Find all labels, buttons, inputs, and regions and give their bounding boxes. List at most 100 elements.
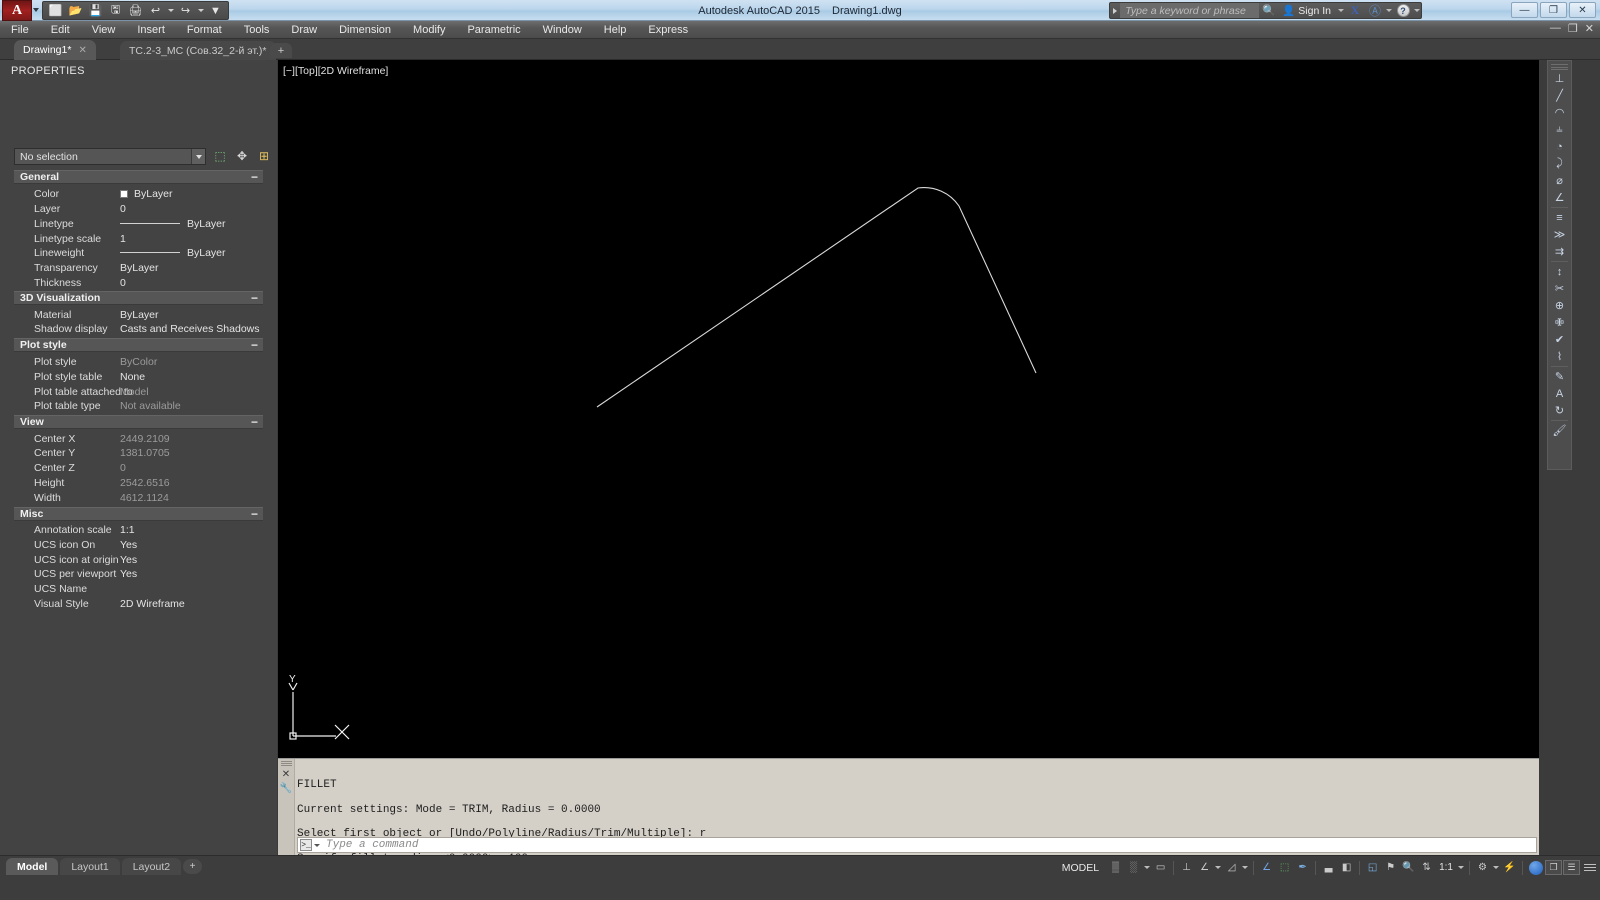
- property-group-3d-visualization[interactable]: 3D Visualization −: [14, 291, 263, 305]
- sign-in-caret-icon[interactable]: [1337, 2, 1345, 19]
- property-row-ucs-icon-at-origin[interactable]: UCS icon at origin Yes: [14, 552, 263, 567]
- grid-display-icon[interactable]: ▒: [1107, 859, 1124, 876]
- collapse-icon[interactable]: −: [251, 508, 258, 520]
- file-tab-drawing1[interactable]: Drawing1* ✕: [14, 40, 96, 60]
- ordinate-dimension-icon[interactable]: ⫨: [1549, 121, 1570, 138]
- dimension-break-icon[interactable]: ✂: [1549, 280, 1570, 297]
- menu-parametric[interactable]: Parametric: [456, 21, 531, 39]
- property-group-plot-style[interactable]: Plot style −: [14, 338, 263, 352]
- property-row-center-z[interactable]: Center Z 0: [14, 460, 263, 475]
- property-row-plot-style[interactable]: Plot style ByColor: [14, 354, 263, 369]
- property-value[interactable]: Yes: [120, 568, 263, 580]
- property-row-color[interactable]: Color ByLayer: [14, 186, 263, 201]
- command-close-icon[interactable]: ✕: [282, 769, 290, 780]
- model-paper-space-toggle[interactable]: MODEL: [1055, 859, 1106, 876]
- dynamic-input-icon[interactable]: ✒: [1294, 859, 1311, 876]
- menu-format[interactable]: Format: [176, 21, 233, 39]
- property-row-plot-style-table[interactable]: Plot style table None: [14, 369, 263, 384]
- jogged-linear-icon[interactable]: ⌇: [1549, 348, 1570, 365]
- document-minimize-button[interactable]: —: [1550, 22, 1561, 35]
- property-row-ucs-name[interactable]: UCS Name: [14, 581, 263, 596]
- command-input-row[interactable]: >_ Type a command: [297, 837, 1537, 853]
- plot-icon[interactable]: 🖨: [126, 2, 145, 19]
- property-row-material[interactable]: Material ByLayer: [14, 307, 263, 322]
- menu-tools[interactable]: Tools: [233, 21, 281, 39]
- select-objects-icon[interactable]: ✥: [234, 148, 250, 164]
- exchange-apps-icon[interactable]: X: [1345, 3, 1365, 18]
- property-row-linetype[interactable]: Linetype ByLayer: [14, 216, 263, 231]
- property-value[interactable]: 1: [120, 233, 263, 245]
- undo-dropdown-icon[interactable]: [166, 2, 175, 19]
- property-value[interactable]: Yes: [120, 554, 263, 566]
- document-close-button[interactable]: ✕: [1585, 22, 1594, 35]
- undo-icon[interactable]: ↩: [146, 2, 165, 19]
- aligned-dimension-icon[interactable]: ╱: [1549, 87, 1570, 104]
- dimension-update-icon[interactable]: ↻: [1549, 402, 1570, 419]
- dynamic-ucs-icon[interactable]: ⬚: [1276, 859, 1293, 876]
- quick-dimension-icon[interactable]: ≡: [1549, 209, 1570, 226]
- jogged-dimension-icon[interactable]: ⤸: [1549, 155, 1570, 172]
- autocad-logo-button[interactable]: A: [2, 0, 32, 21]
- new-layout-button[interactable]: +: [183, 859, 203, 874]
- file-tab-tc23mc[interactable]: ТС.2-3_МС (Сов.32_2-й эт.)*: [120, 41, 276, 60]
- property-row-lineweight[interactable]: Lineweight ByLayer: [14, 245, 263, 260]
- command-settings-icon[interactable]: 🔧: [280, 783, 292, 794]
- menu-help[interactable]: Help: [593, 21, 638, 39]
- snap-settings-caret-icon[interactable]: [1143, 859, 1151, 876]
- polar-tracking-icon[interactable]: ∠: [1196, 859, 1213, 876]
- collapse-icon[interactable]: −: [251, 171, 258, 183]
- property-value[interactable]: 2542.6516: [120, 477, 263, 489]
- command-grip-icon[interactable]: [280, 761, 292, 766]
- search-icon[interactable]: 🔍: [1259, 3, 1279, 18]
- menu-insert[interactable]: Insert: [126, 21, 176, 39]
- customize-qat-icon[interactable]: ▼: [206, 2, 225, 19]
- file-tab-close-icon[interactable]: ✕: [78, 45, 86, 56]
- property-value[interactable]: 0: [120, 277, 263, 289]
- annotation-monitor-icon[interactable]: ⚑: [1382, 859, 1399, 876]
- dimension-style-icon[interactable]: 🖌: [1549, 422, 1570, 439]
- edit-dimension-icon[interactable]: ✎: [1549, 368, 1570, 385]
- inspection-icon[interactable]: ✔: [1549, 331, 1570, 348]
- chevron-down-icon[interactable]: [191, 149, 205, 164]
- layout-tab-layout2[interactable]: Layout2: [121, 858, 182, 875]
- menu-dimension[interactable]: Dimension: [328, 21, 402, 39]
- search-input[interactable]: Type a keyword or phrase: [1121, 3, 1260, 18]
- property-group-misc[interactable]: Misc −: [14, 507, 263, 521]
- menu-edit[interactable]: Edit: [40, 21, 81, 39]
- property-row-transparency[interactable]: Transparency ByLayer: [14, 260, 263, 275]
- customization-icon[interactable]: ☰: [1563, 859, 1580, 876]
- infocenter-expand-icon[interactable]: [1110, 3, 1122, 18]
- property-row-layer[interactable]: Layer 0: [14, 201, 263, 216]
- menu-modify[interactable]: Modify: [402, 21, 456, 39]
- annotation-scale-caret-icon[interactable]: [1457, 859, 1465, 876]
- property-value[interactable]: 4612.1124: [120, 492, 263, 504]
- annotation-scale-label[interactable]: 1:1: [1436, 862, 1456, 873]
- quick-select-icon[interactable]: ⊞: [256, 148, 272, 164]
- property-row-annotation-scale[interactable]: Annotation scale 1:1: [14, 522, 263, 537]
- property-value[interactable]: 1:1: [120, 524, 263, 536]
- property-row-plot-table-attached-to[interactable]: Plot table attached to Model: [14, 384, 263, 399]
- property-row-ucs-icon-on[interactable]: UCS icon On Yes: [14, 537, 263, 552]
- dimension-space-icon[interactable]: ↕: [1549, 263, 1570, 280]
- window-close-button[interactable]: ✕: [1569, 2, 1596, 18]
- collapse-icon[interactable]: −: [251, 416, 258, 428]
- collapse-icon[interactable]: −: [251, 292, 258, 304]
- collapse-icon[interactable]: −: [251, 339, 258, 351]
- property-row-width[interactable]: Width 4612.1124: [14, 490, 263, 505]
- property-row-visual-style[interactable]: Visual Style 2D Wireframe: [14, 596, 263, 611]
- new-file-tab-button[interactable]: +: [270, 43, 292, 58]
- layout-tab-model[interactable]: Model: [6, 858, 59, 875]
- continue-dimension-icon[interactable]: ⇉: [1549, 243, 1570, 260]
- property-value[interactable]: ByLayer: [120, 262, 263, 274]
- linear-dimension-icon[interactable]: ⊥: [1549, 70, 1570, 87]
- property-value[interactable]: ByLayer: [120, 218, 263, 230]
- angular-dimension-icon[interactable]: ∠: [1549, 189, 1570, 206]
- object-snap-icon[interactable]: ◿: [1223, 859, 1240, 876]
- tolerance-icon[interactable]: ⊕: [1549, 297, 1570, 314]
- baseline-dimension-icon[interactable]: ≫: [1549, 226, 1570, 243]
- help-caret-icon[interactable]: [1413, 2, 1421, 19]
- property-value[interactable]: 1381.0705: [120, 447, 263, 459]
- window-minimize-button[interactable]: —: [1511, 2, 1538, 18]
- property-row-height[interactable]: Height 2542.6516: [14, 475, 263, 490]
- transparency-icon[interactable]: ◧: [1338, 859, 1355, 876]
